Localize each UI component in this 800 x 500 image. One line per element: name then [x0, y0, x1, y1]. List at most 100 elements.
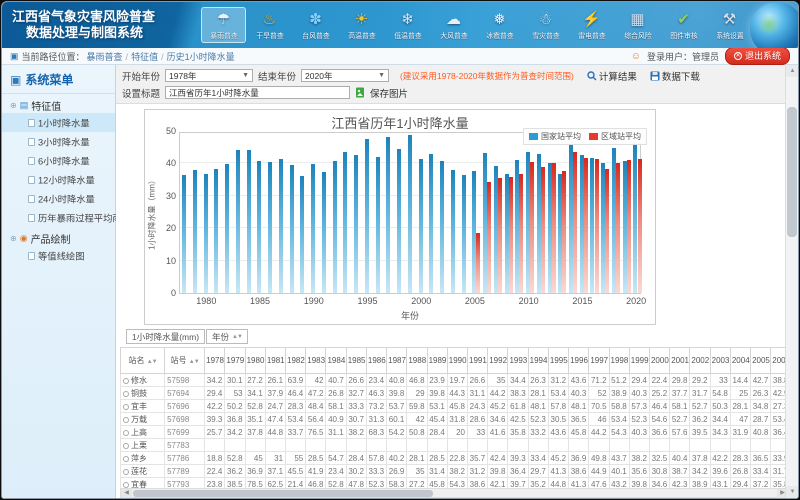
year-column-header[interactable]: 1994 [528, 348, 548, 374]
year-column-header[interactable]: 1989 [427, 348, 447, 374]
station-name-cell[interactable]: 莲花 [121, 465, 165, 478]
radio-icon[interactable] [123, 391, 129, 397]
horizontal-scrollbar[interactable]: ◀ ▶ [120, 488, 785, 498]
sidebar-item[interactable]: 24小时降水量 [2, 189, 115, 208]
year-column-header[interactable]: 1998 [609, 348, 629, 374]
year-column-header[interactable]: 2004 [730, 348, 750, 374]
toolbar-item-4[interactable]: ☀高温普查 [339, 7, 384, 43]
radio-icon[interactable] [123, 378, 129, 384]
year-column-header[interactable]: 1982 [286, 348, 306, 374]
expander-icon[interactable]: ⊕ [10, 234, 17, 243]
year-column-header[interactable]: 2001 [670, 348, 690, 374]
sidebar-item[interactable]: 等值线绘图 [2, 246, 115, 265]
year-column-header[interactable]: 2002 [690, 348, 710, 374]
toolbar-item-10[interactable]: ▦综合风险 [615, 7, 660, 43]
toolbar-item-7[interactable]: ❅冰雹普查 [477, 7, 522, 43]
radio-icon[interactable] [123, 443, 129, 449]
sidebar-item[interactable]: 12小时降水量 [2, 170, 115, 189]
scroll-up-icon[interactable]: ▲ [786, 65, 799, 77]
column-header[interactable]: 站名 ▲▼ [121, 348, 165, 374]
toolbar-item-8[interactable]: ☃雪灾普查 [523, 7, 568, 43]
year-column-header[interactable]: 1995 [548, 348, 568, 374]
year-column-header[interactable]: 1992 [488, 348, 508, 374]
sidebar-item[interactable]: 历年暴雨过程平均雨量 [2, 208, 115, 227]
vscroll-thumb[interactable] [787, 107, 797, 237]
station-name-cell[interactable]: 上栗 [121, 439, 165, 452]
scroll-down-icon[interactable]: ▼ [786, 486, 799, 498]
hscroll-thumb[interactable] [133, 490, 433, 497]
year-column-header[interactable]: 1991 [468, 348, 488, 374]
chart-title-input[interactable] [165, 86, 350, 99]
table-row[interactable]: 修水5759834.230.127.226.163.94240.726.623.… [121, 374, 786, 387]
year-column-header[interactable]: 2006 [771, 348, 785, 374]
table-row[interactable]: 铜鼓5769429.45334.137.946.447.226.832.746.… [121, 387, 786, 400]
year-column-header[interactable]: 1993 [508, 348, 528, 374]
radio-icon[interactable] [123, 469, 129, 475]
radio-icon[interactable] [123, 482, 129, 488]
breadcrumb-item[interactable]: 暴雨普查 [87, 52, 123, 62]
year-column-header[interactable]: 1981 [265, 348, 285, 374]
toolbar-item-6[interactable]: ☁大风普查 [431, 7, 476, 43]
year-column-header[interactable]: 1984 [326, 348, 346, 374]
toolbar-item-1[interactable]: ☂暴雨普查 [201, 7, 246, 43]
year-column-header[interactable]: 1996 [569, 348, 589, 374]
radio-icon[interactable] [123, 456, 129, 462]
start-year-select[interactable]: 1978年▼ [165, 69, 253, 82]
year-column-header[interactable]: 1979 [225, 348, 245, 374]
table-row[interactable]: 莲花5778922.436.236.937.145.541.923.430.23… [121, 465, 786, 478]
year-sort-box[interactable]: 年份▲▼ [206, 329, 248, 344]
radio-icon[interactable] [123, 404, 129, 410]
sidebar-group-1[interactable]: ⊕▤特征值 [2, 94, 115, 113]
table-row[interactable]: 宜丰5769642.250.252.824.728.348.458.133.37… [121, 400, 786, 413]
year-column-header[interactable]: 1987 [387, 348, 407, 374]
sidebar-item[interactable]: 6小时降水量 [2, 151, 115, 170]
breadcrumb-item[interactable]: 特征值 [131, 52, 158, 62]
logout-button[interactable]: ✕ 退出系统 [725, 47, 790, 65]
year-column-header[interactable]: 1978 [205, 348, 225, 374]
sidebar-item[interactable]: 3小时降水量 [2, 132, 115, 151]
sidebar-group-2[interactable]: ⊕◉产品绘制 [2, 227, 115, 246]
toolbar-item-5[interactable]: ❄低温普查 [385, 7, 430, 43]
year-column-header[interactable]: 1990 [447, 348, 467, 374]
calculate-button[interactable]: 计算结果 [587, 69, 637, 83]
station-name-cell[interactable]: 上高 [121, 426, 165, 439]
table-row[interactable]: 萍乡5778618.852.845315528.554.728.457.840.… [121, 452, 786, 465]
save-image-button[interactable]: 保存图片 [370, 86, 408, 100]
toolbar-item-12[interactable]: ⚒系统设置 [707, 7, 752, 43]
year-column-header[interactable]: 1997 [589, 348, 609, 374]
year-column-header[interactable]: 1980 [245, 348, 265, 374]
scroll-right-icon[interactable]: ▶ [777, 489, 785, 498]
toolbar-item-2[interactable]: ♨干旱普查 [247, 7, 292, 43]
scroll-left-icon[interactable]: ◀ [121, 489, 132, 498]
toolbar-item-3[interactable]: ✽台风普查 [293, 7, 338, 43]
expander-icon[interactable]: ⊕ [10, 101, 17, 110]
toolbar-item-9[interactable]: ⚡雷电普查 [569, 7, 614, 43]
end-year-select[interactable]: 2020年▼ [301, 69, 389, 82]
sort-icon[interactable]: ▲▼ [147, 359, 157, 365]
station-name-cell[interactable]: 修水 [121, 374, 165, 387]
year-column-header[interactable]: 1983 [306, 348, 326, 374]
year-column-header[interactable]: 1999 [629, 348, 649, 374]
column-header[interactable]: 站号 ▲▼ [165, 348, 205, 374]
radio-icon[interactable] [123, 430, 129, 436]
year-column-header[interactable]: 2003 [710, 348, 730, 374]
year-column-header[interactable]: 1986 [366, 348, 386, 374]
station-name-cell[interactable]: 铜鼓 [121, 387, 165, 400]
year-column-header[interactable]: 1985 [346, 348, 366, 374]
breadcrumb-item[interactable]: 历史1小时降水量 [167, 52, 235, 62]
vertical-scrollbar[interactable]: ▲ ▼ [785, 65, 798, 498]
download-button[interactable]: 数据下载 [650, 69, 700, 83]
sidebar-item[interactable]: 1小时降水量 [2, 113, 115, 132]
radio-icon[interactable] [123, 417, 129, 423]
year-column-header[interactable]: 2005 [751, 348, 771, 374]
table-row[interactable]: 上栗57783 [121, 439, 786, 452]
station-name-cell[interactable]: 萍乡 [121, 452, 165, 465]
station-name-cell[interactable]: 万载 [121, 413, 165, 426]
station-name-cell[interactable]: 宜丰 [121, 400, 165, 413]
table-row[interactable]: 万载5769839.336.835.147.453.456.440.930.73… [121, 413, 786, 426]
year-column-header[interactable]: 1988 [407, 348, 427, 374]
toolbar-item-11[interactable]: ✔图件审核 [661, 7, 706, 43]
sort-icon[interactable]: ▲▼ [189, 359, 199, 365]
year-column-header[interactable]: 2000 [649, 348, 669, 374]
table-row[interactable]: 上高5769925.734.237.844.833.776.531.138.26… [121, 426, 786, 439]
